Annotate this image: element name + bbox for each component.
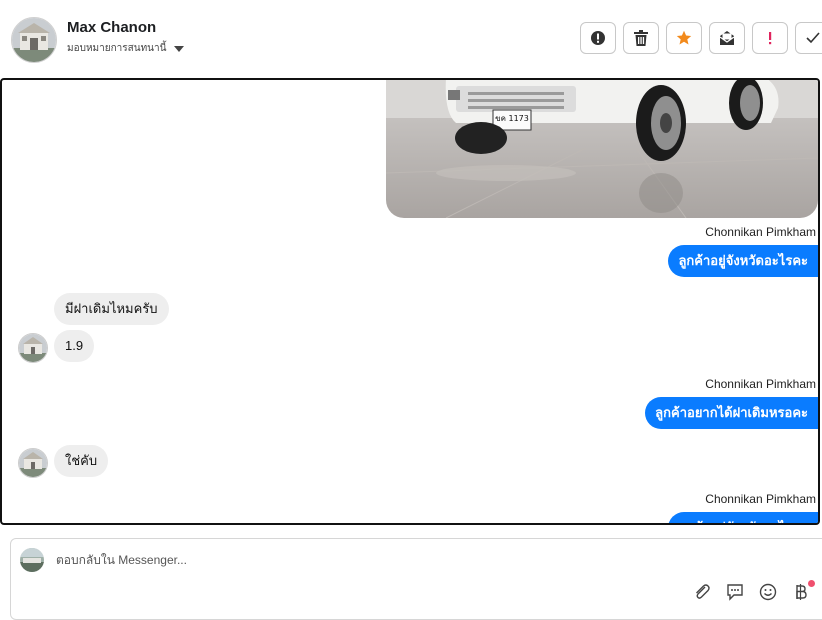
star-button[interactable]	[666, 22, 702, 54]
mark-unread-button[interactable]	[709, 22, 745, 54]
notification-dot	[808, 580, 815, 587]
reply-input[interactable]	[56, 551, 656, 569]
star-icon	[676, 30, 692, 45]
sender-name: Chonnikan Pimkham	[705, 492, 816, 506]
caret-down-icon	[174, 46, 185, 52]
attach-button[interactable]	[691, 581, 713, 603]
smiley-icon	[759, 583, 777, 601]
sender-name: Chonnikan Pimkham	[705, 377, 816, 391]
check-icon	[806, 32, 820, 44]
page-avatar	[20, 548, 44, 572]
composer-tools	[691, 580, 815, 603]
exclamation-icon	[769, 32, 772, 45]
assign-label: มอบหมายการสนทนานี้	[67, 43, 167, 54]
saved-replies-button[interactable]	[724, 581, 746, 603]
sender-name: Chonnikan Pimkham	[705, 225, 816, 239]
payment-button[interactable]	[790, 580, 815, 603]
exclamation-circle-icon	[591, 31, 605, 45]
outgoing-message[interactable]: ลูกค้าอยู่จังหวัดอะไรคะ	[668, 512, 818, 523]
important-button[interactable]	[752, 22, 788, 54]
emoji-button[interactable]	[757, 581, 779, 603]
baht-icon	[796, 584, 807, 600]
trash-icon	[634, 30, 648, 46]
plate-text: ขค 1173	[495, 114, 529, 123]
message-thread[interactable]: ขค 1173 Chonnikan Pimkham ลูกค้าอยู่จังห…	[0, 78, 820, 525]
incoming-message[interactable]: 1.9	[54, 330, 95, 362]
assign-conversation-dropdown[interactable]: มอบหมายการสนทนานี้	[67, 41, 185, 56]
contact-name: Max Chanon	[67, 19, 157, 36]
reply-composer	[10, 538, 822, 620]
incoming-message[interactable]: มีฝาเดิมไหมครับ	[54, 293, 169, 325]
paperclip-icon	[696, 584, 710, 599]
outgoing-message[interactable]: ลูกค้าอยู่จังหวัดอะไรคะ	[668, 245, 818, 277]
incoming-message[interactable]: ใช่คับ	[54, 445, 109, 477]
contact-avatar-small[interactable]	[18, 333, 48, 363]
contact-avatar-small[interactable]	[18, 448, 48, 478]
car-photo[interactable]: ขค 1173	[386, 80, 818, 218]
outgoing-message[interactable]: ลูกค้าอยากได้ฝาเดิมหรอคะ	[645, 397, 818, 429]
chat-bubble-icon	[727, 584, 743, 601]
spam-button[interactable]	[580, 22, 616, 54]
conversation-actions	[580, 22, 822, 54]
conversation-header: Max Chanon มอบหมายการสนทนานี้	[0, 0, 822, 78]
done-button[interactable]	[795, 22, 822, 54]
envelope-open-icon	[719, 31, 735, 45]
delete-button[interactable]	[623, 22, 659, 54]
contact-avatar[interactable]	[11, 17, 57, 63]
